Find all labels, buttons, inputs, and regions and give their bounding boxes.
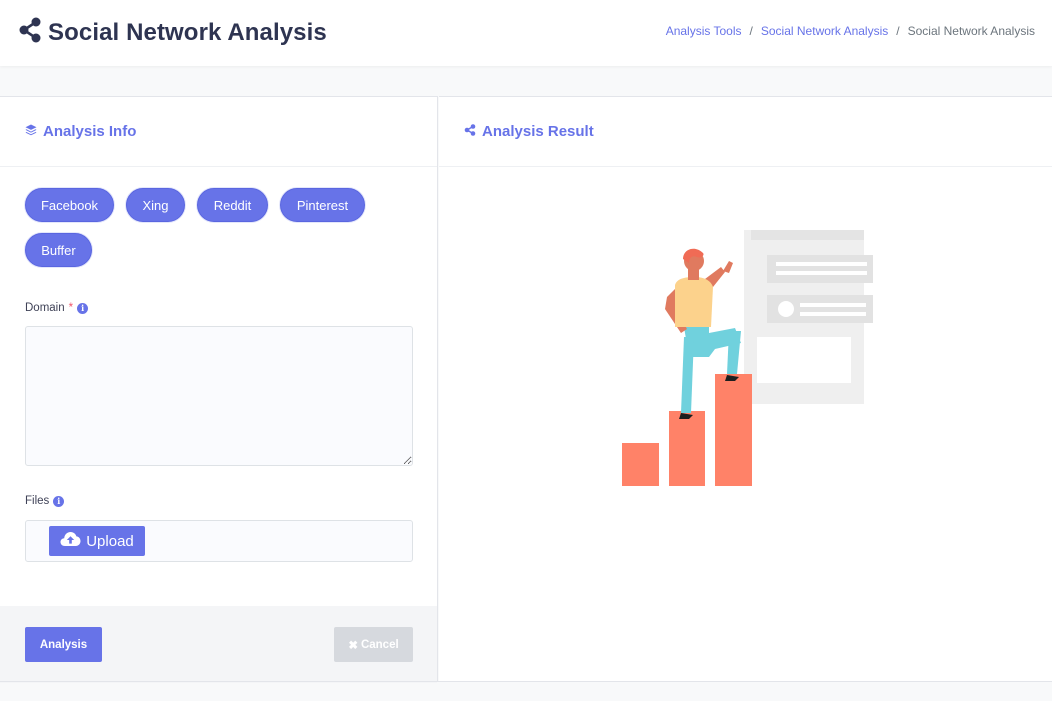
analysis-info-header: Analysis Info	[0, 97, 437, 167]
chip-facebook[interactable]: Facebook	[25, 188, 114, 222]
breadcrumb-separator: /	[896, 24, 900, 38]
breadcrumb-current: Social Network Analysis	[907, 24, 1035, 38]
chip-buffer[interactable]: Buffer	[25, 233, 92, 267]
card-footer: Analysis ✖ Cancel	[0, 606, 437, 683]
domain-label-text: Domain	[25, 302, 65, 314]
cancel-button[interactable]: ✖ Cancel	[334, 627, 413, 662]
analysis-info-title: Analysis Info	[43, 123, 137, 140]
domain-field[interactable]	[25, 326, 413, 466]
top-bar: Social Network Analysis Analysis Tools /…	[0, 0, 1052, 66]
info-icon[interactable]: i	[77, 302, 89, 314]
page-title-text: Social Network Analysis	[48, 18, 327, 46]
analysis-info-card: Analysis Info Facebook Xing Reddit Pinte…	[0, 96, 438, 683]
breadcrumb-social-network-analysis[interactable]: Social Network Analysis	[761, 24, 888, 38]
domain-label: Domain * i	[25, 302, 89, 314]
platform-chips: Facebook Xing Reddit Pinterest Buffer	[25, 188, 425, 267]
analysis-result-header: Analysis Result	[439, 97, 1052, 167]
page-title: Social Network Analysis	[18, 17, 327, 48]
close-icon: ✖	[348, 639, 358, 652]
share-icon	[464, 123, 476, 140]
file-upload-field: Upload	[25, 520, 413, 562]
cloud-upload-icon	[60, 531, 81, 551]
breadcrumb: Analysis Tools / Social Network Analysis…	[666, 24, 1035, 38]
files-label: Files i	[25, 495, 65, 507]
chip-reddit[interactable]: Reddit	[197, 188, 268, 222]
share-icon	[18, 17, 42, 48]
chip-pinterest[interactable]: Pinterest	[280, 188, 365, 222]
required-marker: *	[68, 302, 74, 314]
empty-state-illustration	[622, 230, 873, 486]
analysis-result-card: Analysis Result	[439, 96, 1052, 682]
upload-label: Upload	[86, 532, 134, 550]
analysis-result-title: Analysis Result	[482, 123, 594, 140]
files-label-text: Files	[25, 495, 50, 507]
breadcrumb-analysis-tools[interactable]: Analysis Tools	[666, 24, 742, 38]
page-footer-divider	[0, 681, 1052, 682]
layers-icon	[25, 123, 37, 140]
upload-button[interactable]: Upload	[49, 526, 145, 556]
breadcrumb-separator: /	[749, 24, 753, 38]
info-icon[interactable]: i	[53, 495, 65, 507]
analysis-button[interactable]: Analysis	[25, 627, 102, 662]
cancel-label: Cancel	[360, 638, 399, 651]
chip-xing[interactable]: Xing	[126, 188, 185, 222]
